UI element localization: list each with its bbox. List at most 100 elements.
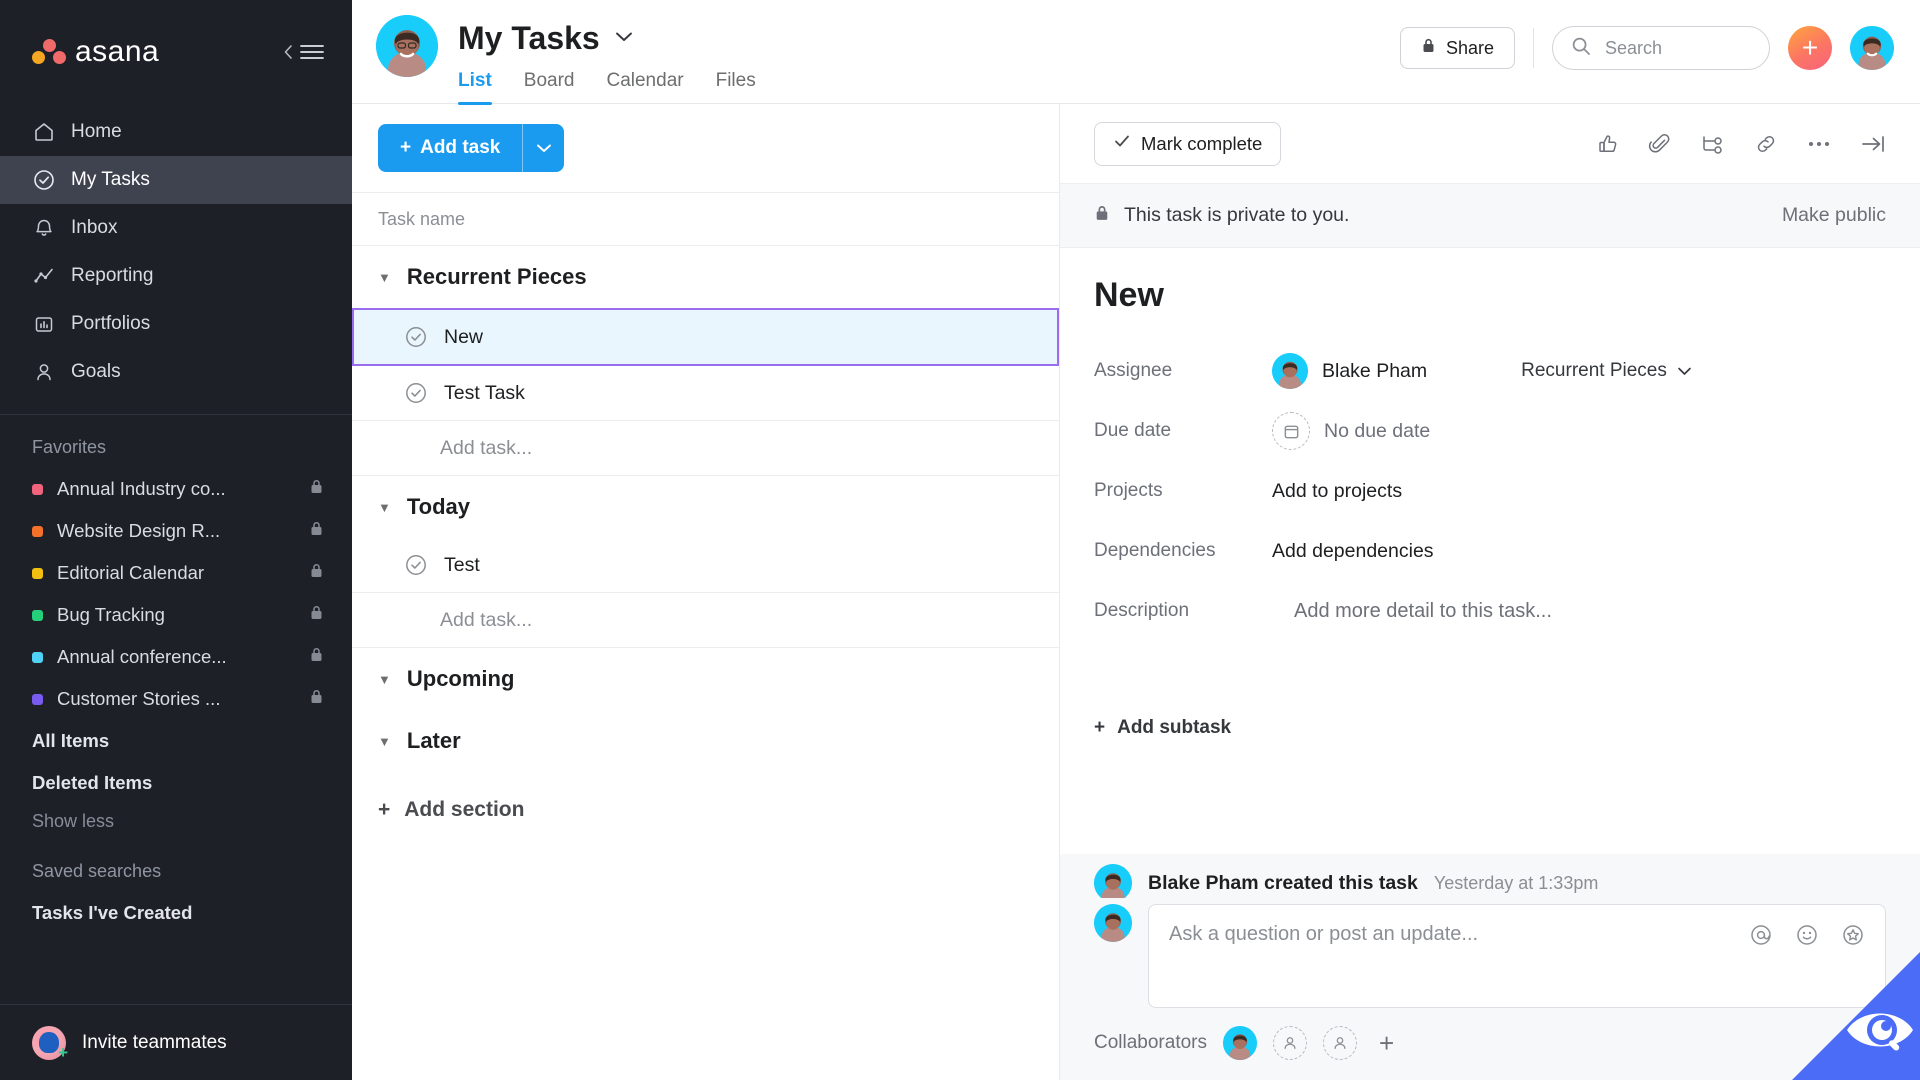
saved-search-tasks-ive-created[interactable]: Tasks I've Created	[0, 892, 352, 934]
assignee-value[interactable]: Blake Pham	[1272, 353, 1427, 389]
add-section-label: Add section	[404, 798, 525, 821]
sidebar-deleted-items[interactable]: Deleted Items	[0, 762, 352, 804]
mention-icon[interactable]	[1749, 923, 1773, 952]
chevron-down-icon[interactable]: ▼	[378, 270, 391, 285]
favorite-color-dot	[32, 483, 43, 495]
top-bar-right: Share Search +	[1399, 0, 1894, 70]
tab-board[interactable]: Board	[524, 70, 575, 105]
sidebar-item-inbox[interactable]: Inbox	[0, 204, 352, 252]
section-header-upcoming[interactable]: ▼ Upcoming	[352, 648, 1059, 710]
my-tasks-avatar[interactable]	[376, 15, 438, 77]
comment-input[interactable]: Ask a question or post an update...	[1148, 904, 1886, 1008]
search-input[interactable]: Search	[1552, 26, 1770, 70]
complete-check-icon[interactable]	[404, 553, 428, 577]
collaborator-placeholder-icon[interactable]	[1273, 1026, 1307, 1060]
section-header-later[interactable]: ▼ Later	[352, 710, 1059, 772]
favorite-label: Annual conference...	[57, 646, 227, 667]
make-public-button[interactable]: Make public	[1782, 204, 1886, 227]
sidebar-item-reporting[interactable]: Reporting	[0, 252, 352, 300]
description-input[interactable]: Add more detail to this task...	[1272, 600, 1552, 623]
task-row[interactable]: Test Task	[352, 366, 1059, 421]
section-header-recurrent-pieces[interactable]: ▼ Recurrent Pieces	[352, 246, 1059, 308]
chevron-down-icon[interactable]	[614, 30, 634, 48]
complete-check-icon[interactable]	[404, 325, 428, 349]
field-description: Description Add more detail to this task…	[1094, 581, 1886, 641]
add-task-inline[interactable]: Add task...	[352, 421, 1059, 476]
search-placeholder: Search	[1605, 37, 1663, 58]
add-dependencies-button[interactable]: Add dependencies	[1272, 540, 1434, 563]
sidebar-show-less[interactable]: Show less	[0, 804, 352, 839]
field-label: Due date	[1094, 420, 1172, 441]
sidebar-item-my-tasks[interactable]: My Tasks	[0, 156, 352, 204]
invite-teammates-button[interactable]: + Invite teammates	[0, 1004, 352, 1080]
add-to-projects-button[interactable]: Add to projects	[1272, 480, 1402, 503]
link-icon[interactable]	[1754, 132, 1778, 156]
sidebar-item-goals[interactable]: Goals	[0, 348, 352, 396]
asana-logo[interactable]: asana	[32, 35, 159, 69]
thumbs-up-icon[interactable]	[1596, 132, 1620, 156]
mark-complete-button[interactable]: Mark complete	[1094, 121, 1282, 166]
favorite-item[interactable]: Website Design R...	[0, 510, 352, 552]
add-task-inline[interactable]: Add task...	[352, 593, 1059, 648]
section-header-today[interactable]: ▼ Today	[352, 476, 1059, 538]
sidebar-item-label: Inbox	[71, 217, 118, 238]
task-list-column-header: Task name	[352, 192, 1059, 246]
sidebar-item-portfolios[interactable]: Portfolios	[0, 300, 352, 348]
favorite-item[interactable]: Editorial Calendar	[0, 552, 352, 594]
chevron-down-icon[interactable]: ▼	[378, 734, 391, 749]
collaborators-bar: Collaborators +	[1060, 1008, 1920, 1080]
chevron-down-icon[interactable]: ▼	[378, 672, 391, 687]
favorite-item[interactable]: Bug Tracking	[0, 594, 352, 636]
share-button[interactable]: Share	[1399, 27, 1515, 69]
sidebar-header: asana	[0, 0, 352, 104]
tab-files[interactable]: Files	[716, 70, 756, 105]
toolbar-divider	[1533, 28, 1534, 68]
quick-add-button[interactable]: +	[1788, 26, 1832, 70]
collapse-panel-icon[interactable]	[1860, 132, 1886, 156]
task-title[interactable]: New	[1094, 276, 1886, 315]
field-label: Projects	[1094, 480, 1163, 501]
sidebar-all-items[interactable]: All Items	[0, 720, 352, 762]
add-task-dropdown-icon[interactable]	[522, 124, 565, 172]
subtask-icon[interactable]	[1700, 132, 1726, 156]
add-subtask-button[interactable]: + Add subtask	[1094, 717, 1886, 739]
add-task-group: + Add task	[378, 124, 565, 172]
collaborator-avatar[interactable]	[1223, 1026, 1257, 1060]
tab-calendar[interactable]: Calendar	[606, 70, 683, 105]
avatar[interactable]	[1850, 26, 1894, 70]
task-row[interactable]: New	[352, 308, 1059, 366]
favorite-item[interactable]: Annual conference...	[0, 636, 352, 678]
plus-icon: +	[1094, 717, 1106, 738]
asana-logo-text: asana	[75, 35, 160, 68]
privacy-text: This task is private to you.	[1124, 204, 1350, 226]
task-row[interactable]: Test	[352, 538, 1059, 593]
favorite-item[interactable]: Customer Stories ...	[0, 678, 352, 720]
lock-icon	[309, 562, 324, 584]
mark-complete-label: Mark complete	[1141, 132, 1263, 154]
collaborator-placeholder-icon[interactable]	[1323, 1026, 1357, 1060]
sticker-icon[interactable]	[1841, 923, 1865, 952]
paperclip-icon[interactable]	[1648, 132, 1672, 156]
notification-toggle[interactable]	[1864, 1032, 1886, 1054]
sidebar-item-home[interactable]: Home	[0, 108, 352, 156]
share-button-label: Share	[1445, 37, 1494, 58]
sidebar-nav: Home My Tasks Inbox Reporting Portfolios…	[0, 104, 352, 406]
avatar	[1272, 353, 1308, 389]
due-date-value[interactable]: No due date	[1272, 412, 1430, 450]
collapse-sidebar-icon[interactable]	[282, 42, 326, 62]
add-collaborator-button[interactable]: +	[1379, 1028, 1394, 1059]
favorite-item[interactable]: Annual Industry co...	[0, 468, 352, 510]
ellipsis-icon[interactable]	[1806, 132, 1832, 156]
add-section-button[interactable]: + Add section	[352, 772, 1059, 822]
tab-list[interactable]: List	[458, 70, 492, 105]
project-chip[interactable]: Recurrent Pieces	[1521, 360, 1692, 382]
complete-check-icon[interactable]	[404, 381, 428, 405]
activity-timestamp: Yesterday at 1:33pm	[1433, 872, 1599, 893]
chevron-down-icon[interactable]: ▼	[378, 500, 391, 515]
favorites-list: Annual Industry co... Website Design R..…	[0, 468, 352, 720]
favorite-label: Bug Tracking	[57, 604, 165, 625]
add-task-button[interactable]: + Add task	[378, 124, 523, 172]
sidebar-footer: + Invite teammates	[0, 1004, 352, 1080]
favorite-color-dot	[32, 525, 43, 537]
emoji-icon[interactable]	[1795, 923, 1819, 952]
